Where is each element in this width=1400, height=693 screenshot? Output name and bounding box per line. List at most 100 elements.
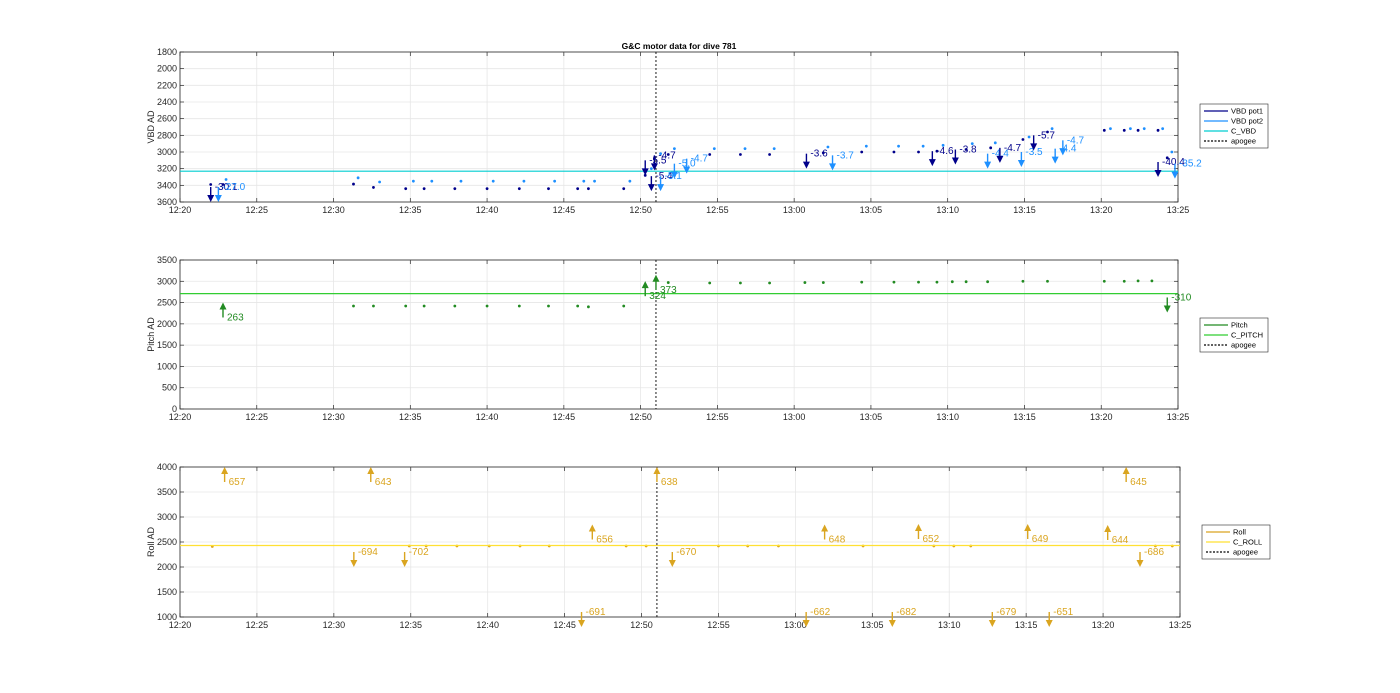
annotation-label: -651	[1053, 607, 1073, 618]
x-tick-label: 13:10	[938, 620, 961, 630]
data-point-pitch	[935, 280, 939, 284]
annotation-label: -3.6	[810, 149, 828, 160]
annotation-label: 649	[1032, 534, 1049, 545]
legend-entry: Pitch	[1231, 321, 1248, 330]
x-tick-label: 13:25	[1167, 205, 1190, 215]
data-point-vbd-pot1	[453, 187, 457, 191]
y-tick-label: 1000	[157, 361, 177, 371]
y-tick-label: 3400	[157, 180, 177, 190]
data-point-vbd-pot1	[622, 187, 626, 191]
y-tick-label: 2500	[157, 537, 177, 547]
annotation-label: 652	[922, 534, 939, 545]
data-point-vbd-pot2	[1161, 127, 1165, 131]
data-point-vbd-pot1	[404, 187, 408, 191]
x-tick-label: 12:55	[706, 205, 729, 215]
annotation-label: 263	[227, 312, 244, 323]
data-point-pitch	[485, 304, 489, 308]
data-point-vbd-pot1	[352, 182, 355, 186]
data-point-pitch	[708, 281, 712, 285]
y-tick-label: 3500	[157, 255, 177, 265]
y-tick-label: 2000	[157, 64, 177, 74]
x-tick-label: 12:35	[399, 205, 422, 215]
data-point-pitch	[739, 281, 742, 285]
x-tick-label: 12:35	[399, 412, 422, 422]
data-point-vbd-pot1	[1136, 128, 1140, 132]
x-tick-label: 12:25	[246, 205, 269, 215]
x-tick-label: 12:50	[630, 620, 653, 630]
x-tick-label: 13:25	[1167, 412, 1190, 422]
legend-entry: VBD pot1	[1231, 107, 1263, 116]
y-tick-label: 2500	[157, 298, 177, 308]
data-point-vbd-pot2	[897, 144, 900, 148]
data-point-vbd-pot1	[485, 187, 489, 191]
data-point-vbd-pot2	[430, 179, 434, 183]
y-tick-label: 1500	[157, 340, 177, 350]
data-point-pitch	[892, 280, 896, 284]
data-point-pitch	[622, 304, 626, 308]
data-point-vbd-pot2	[772, 147, 776, 151]
data-point-vbd-pot1	[860, 150, 864, 154]
legend-entry: apogee	[1231, 341, 1256, 350]
annotation-label: 645	[1130, 477, 1147, 488]
x-tick-label: 12:30	[323, 620, 346, 630]
annotation-label: 373	[660, 285, 677, 296]
x-tick-label: 12:40	[476, 205, 499, 215]
y-tick-label: 3600	[157, 197, 177, 207]
x-tick-label: 13:05	[860, 205, 883, 215]
data-point-vbd-pot2	[712, 147, 716, 151]
annotation-label: -702	[409, 547, 429, 558]
x-tick-label: 12:50	[629, 205, 652, 215]
data-point-vbd-pot2	[921, 144, 925, 148]
x-tick-label: 13:05	[860, 412, 883, 422]
data-point-vbd-pot1	[1021, 138, 1025, 141]
data-point-pitch	[1021, 279, 1025, 283]
data-point-pitch	[917, 280, 920, 284]
annotation-label: -4.7	[658, 150, 676, 161]
y-tick-label: 2000	[157, 319, 177, 329]
data-point-vbd-pot2	[1109, 127, 1112, 131]
annotation-label: -691	[586, 607, 606, 618]
y-tick-label: 4000	[157, 462, 177, 472]
data-point-pitch	[986, 280, 990, 284]
legend-entry: apogee	[1233, 548, 1258, 557]
x-tick-label: 13:15	[1013, 205, 1036, 215]
subplot-3: 12:20 12:25 12:30 12:35 12:40 12:45 12:50 12:55…	[146, 462, 1191, 630]
data-point-vbd-pot2	[1170, 150, 1174, 154]
data-point-vbd-pot1	[1122, 128, 1126, 132]
annotation-label: -5.7	[1038, 130, 1056, 141]
data-point-vbd-pot2	[1129, 127, 1132, 131]
data-point-vbd-pot1	[708, 153, 712, 156]
data-point-vbd-pot2	[522, 179, 526, 183]
y-tick-label: 2800	[157, 130, 177, 140]
x-tick-label: 12:25	[246, 412, 269, 422]
x-tick-label: 12:45	[553, 412, 576, 422]
data-point-pitch	[587, 305, 590, 309]
data-point-pitch	[372, 304, 375, 308]
data-point-vbd-pot1	[768, 153, 771, 156]
data-point-vbd-pot1	[372, 186, 375, 189]
y-axis-label: Pitch AD	[146, 317, 156, 352]
data-point-vbd-pot2	[582, 179, 586, 183]
subplot-2: 12:20 12:25 12:30 12:35 12:40 12:45 12:50 12:55…	[146, 255, 1192, 422]
chart-title: G&C motor data for dive 781	[622, 41, 737, 51]
annotation-label: -686	[1144, 547, 1164, 558]
y-tick-label: 500	[162, 383, 177, 393]
data-point-pitch	[964, 280, 968, 284]
annotation-label: 648	[829, 535, 846, 546]
y-tick-label: 2600	[157, 114, 177, 124]
legend: PitchC_PITCHapogee	[1199, 317, 1269, 353]
data-point-vbd-pot2	[993, 141, 997, 145]
legend-entry: C_ROLL	[1233, 538, 1262, 547]
x-tick-label: 12:45	[553, 620, 576, 630]
annotation-arrow-head	[1045, 620, 1053, 627]
data-point-vbd-pot2	[593, 179, 596, 183]
data-point-pitch	[1150, 279, 1154, 283]
data-point-pitch	[1102, 279, 1106, 283]
x-tick-label: 13:05	[861, 620, 884, 630]
y-axis-label: VBD AD	[146, 110, 156, 144]
data-point-vbd-pot2	[1142, 127, 1146, 131]
legend-entry: C_VBD	[1231, 127, 1257, 136]
data-point-vbd-pot2	[224, 178, 228, 181]
legend: VBD pot1VBD pot2C_VBDapogee	[1199, 103, 1269, 149]
y-axis-label: Roll AD	[146, 526, 156, 557]
